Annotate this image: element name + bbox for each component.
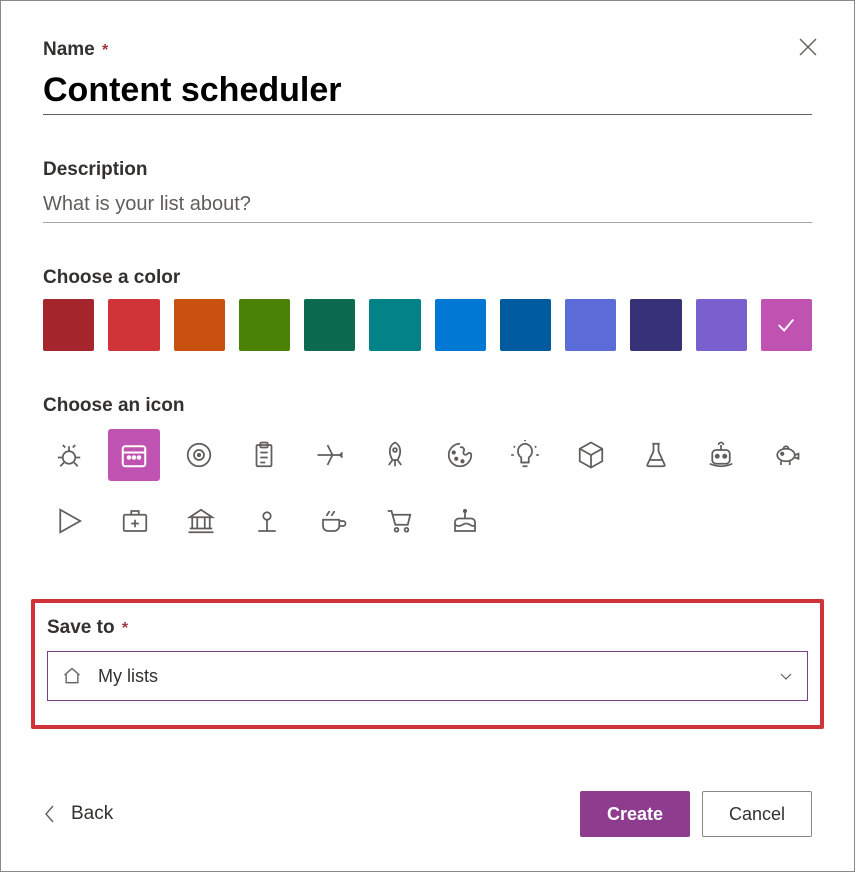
icon-option-lightbulb[interactable] xyxy=(500,429,551,481)
airplane-icon xyxy=(315,440,345,470)
save-to-label: Save to * xyxy=(47,617,808,639)
rocket-icon xyxy=(380,440,410,470)
icon-option-beaker[interactable] xyxy=(630,429,681,481)
home-icon xyxy=(62,666,82,686)
icon-option-robot[interactable] xyxy=(696,429,747,481)
color-swatch-orange[interactable] xyxy=(174,299,225,351)
icon-option-bug[interactable] xyxy=(43,429,94,481)
color-swatch-green[interactable] xyxy=(239,299,290,351)
create-list-dialog: Name * Description Choose a color Choose… xyxy=(0,0,855,872)
icon-option-rocket[interactable] xyxy=(369,429,420,481)
close-button[interactable] xyxy=(790,29,826,65)
palette-icon xyxy=(445,440,475,470)
location-icon xyxy=(252,506,282,536)
icon-option-location[interactable] xyxy=(241,495,293,547)
name-input[interactable] xyxy=(43,65,812,115)
icon-option-coffee[interactable] xyxy=(307,495,359,547)
icon-option-cake[interactable] xyxy=(439,495,491,547)
robot-icon xyxy=(706,440,736,470)
cart-icon xyxy=(384,506,414,536)
choose-icon-label: Choose an icon xyxy=(43,395,812,417)
icon-option-target[interactable] xyxy=(174,429,225,481)
color-swatch-dark-red[interactable] xyxy=(43,299,94,351)
cancel-button[interactable]: Cancel xyxy=(702,791,812,837)
color-swatch-pink[interactable] xyxy=(761,299,812,351)
coffee-icon xyxy=(318,506,348,536)
color-swatch-periwinkle[interactable] xyxy=(565,299,616,351)
color-swatches xyxy=(43,299,812,351)
dialog-footer: Back Create Cancel xyxy=(43,791,812,837)
choose-color-label: Choose a color xyxy=(43,267,812,289)
icon-option-airplane[interactable] xyxy=(304,429,355,481)
save-to-select[interactable]: My lists xyxy=(47,651,808,701)
description-input[interactable] xyxy=(43,185,812,223)
piggybank-icon xyxy=(771,440,801,470)
target-icon xyxy=(184,440,214,470)
calendar-icon xyxy=(119,440,149,470)
close-icon xyxy=(799,38,817,56)
save-to-value: My lists xyxy=(98,666,158,687)
color-swatch-dark-blue[interactable] xyxy=(500,299,551,351)
icon-grid xyxy=(43,429,812,547)
medkit-icon xyxy=(120,506,150,536)
clipboard-icon xyxy=(249,440,279,470)
chevron-down-icon xyxy=(779,669,793,683)
color-swatch-teal[interactable] xyxy=(369,299,420,351)
cake-icon xyxy=(450,506,480,536)
beaker-icon xyxy=(641,440,671,470)
description-field: Description xyxy=(43,159,812,223)
icon-option-cube[interactable] xyxy=(565,429,616,481)
play-icon xyxy=(54,506,84,536)
color-swatch-dark-green[interactable] xyxy=(304,299,355,351)
color-swatch-blue[interactable] xyxy=(435,299,486,351)
description-label: Description xyxy=(43,159,812,181)
icon-option-clipboard[interactable] xyxy=(239,429,290,481)
icon-option-play[interactable] xyxy=(43,495,95,547)
check-icon xyxy=(775,314,797,336)
bug-icon xyxy=(54,440,84,470)
icon-option-cart[interactable] xyxy=(373,495,425,547)
icon-option-bank[interactable] xyxy=(175,495,227,547)
color-section: Choose a color xyxy=(43,267,812,351)
save-to-highlight: Save to * My lists xyxy=(31,599,824,729)
name-field: Name * xyxy=(43,39,812,115)
icon-option-medkit[interactable] xyxy=(109,495,161,547)
icon-option-calendar[interactable] xyxy=(108,429,159,481)
chevron-left-icon xyxy=(43,804,57,824)
bank-icon xyxy=(186,506,216,536)
color-swatch-red[interactable] xyxy=(108,299,159,351)
icon-option-palette[interactable] xyxy=(435,429,486,481)
create-button[interactable]: Create xyxy=(580,791,690,837)
color-swatch-purple[interactable] xyxy=(696,299,747,351)
lightbulb-icon xyxy=(510,440,540,470)
icon-section: Choose an icon xyxy=(43,395,812,561)
icon-option-piggybank[interactable] xyxy=(761,429,812,481)
back-button[interactable]: Back xyxy=(43,803,113,825)
color-swatch-navy[interactable] xyxy=(630,299,681,351)
cube-icon xyxy=(576,440,606,470)
name-label: Name * xyxy=(43,39,812,61)
